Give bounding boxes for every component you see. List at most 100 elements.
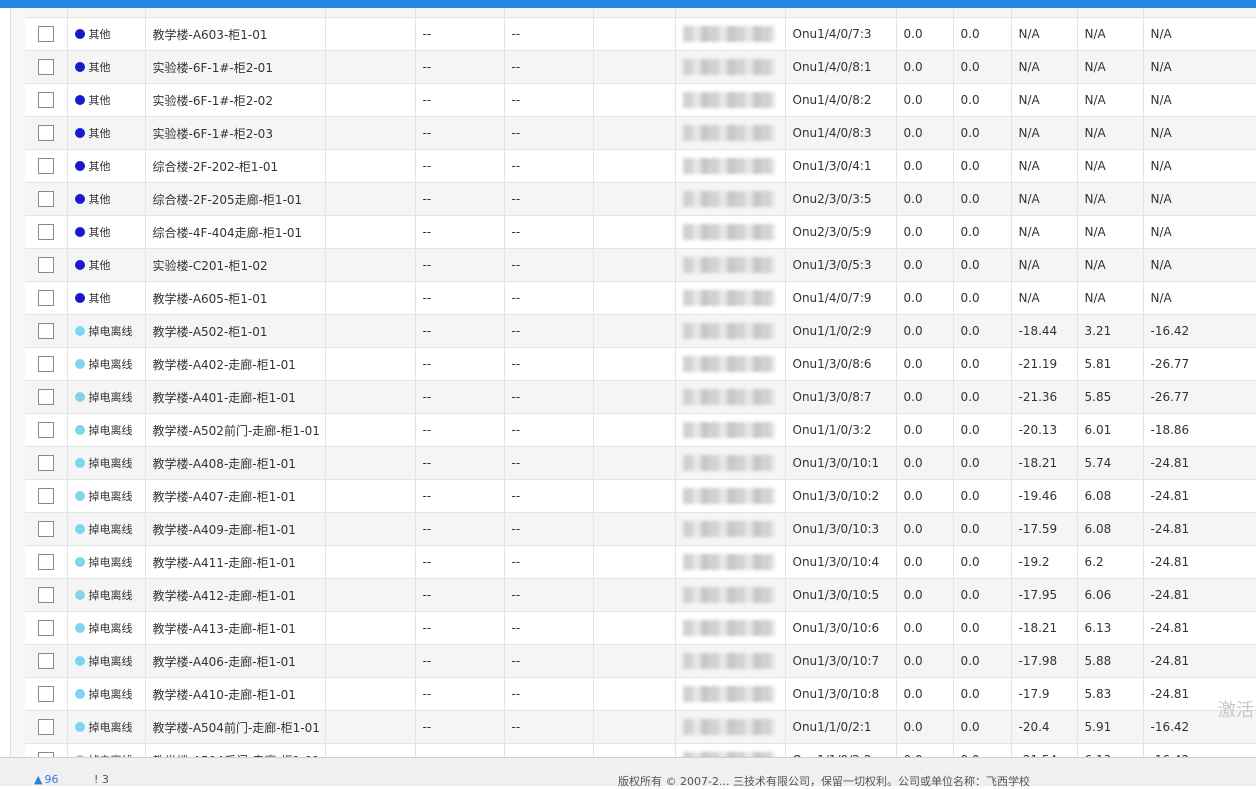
value-2: 0.0 bbox=[953, 743, 1012, 757]
onu-port: Onu1/1/0/3:2 bbox=[785, 413, 897, 447]
row-select-cell[interactable] bbox=[25, 149, 68, 183]
row-checkbox[interactable] bbox=[37, 587, 54, 603]
status-label: 掉电离线 bbox=[88, 523, 133, 536]
row-checkbox[interactable] bbox=[37, 158, 54, 174]
row-checkbox[interactable] bbox=[37, 125, 54, 141]
row-select-cell[interactable] bbox=[25, 479, 68, 513]
row-select-cell[interactable] bbox=[25, 182, 68, 216]
row-checkbox[interactable] bbox=[37, 488, 54, 504]
row-select-cell[interactable] bbox=[25, 545, 68, 579]
status-cell: 其他 bbox=[67, 248, 146, 282]
table-row[interactable]: 其他 实验楼-6F-1#-柜2-03 -- -- Onu1/4/0/8:3 0.… bbox=[25, 116, 1256, 150]
row-checkbox[interactable] bbox=[37, 455, 54, 471]
cell-col4 bbox=[325, 512, 416, 546]
row-select-cell[interactable] bbox=[25, 710, 68, 744]
status-cell: 掉电离线 bbox=[67, 512, 146, 546]
top-accent-bar bbox=[0, 0, 1256, 8]
tx-power: 5.91 bbox=[1077, 710, 1144, 744]
row-select-cell[interactable] bbox=[25, 677, 68, 711]
row-select-cell[interactable] bbox=[25, 248, 68, 282]
table-row[interactable]: 掉电离线 教学楼-A502前门-走廊-柜1-01 -- -- Onu1/1/0/… bbox=[25, 413, 1256, 447]
table-row[interactable]: 其他 实验楼-C201-柜1-02 -- -- Onu1/3/0/5:3 0.0… bbox=[25, 248, 1256, 282]
row-checkbox[interactable] bbox=[37, 26, 54, 42]
table-row[interactable]: 其他 实验楼-6F-1#-柜2-02 -- -- Onu1/4/0/8:2 0.… bbox=[25, 83, 1256, 117]
olt-rx-power: N/A bbox=[1143, 17, 1256, 51]
row-select-cell[interactable] bbox=[25, 644, 68, 678]
redacted-blur bbox=[682, 620, 775, 636]
row-select-cell[interactable] bbox=[25, 512, 68, 546]
row-checkbox[interactable] bbox=[37, 191, 54, 207]
table-row[interactable]: 掉电离线 教学楼-A413-走廊-柜1-01 -- -- Onu1/3/0/10… bbox=[25, 611, 1256, 645]
table-row[interactable]: 掉电离线 教学楼-A401-走廊-柜1-01 -- -- Onu1/3/0/8:… bbox=[25, 380, 1256, 414]
onu-port: Onu1/3/0/10:6 bbox=[785, 611, 897, 645]
row-checkbox[interactable] bbox=[37, 290, 54, 306]
row-select-cell[interactable] bbox=[25, 611, 68, 645]
redacted-cell bbox=[675, 314, 786, 348]
table-row[interactable]: 掉电离线 教学楼-A502-柜1-01 -- -- Onu1/1/0/2:9 0… bbox=[25, 314, 1256, 348]
row-select-cell[interactable] bbox=[25, 743, 68, 757]
row-select-cell[interactable] bbox=[25, 413, 68, 447]
table-row[interactable]: 掉电离线 教学楼-A410-走廊-柜1-01 -- -- Onu1/3/0/10… bbox=[25, 677, 1256, 711]
table-row[interactable]: 其他 实验楼-6F-1#-柜2-01 -- -- Onu1/4/0/8:1 0.… bbox=[25, 50, 1256, 84]
row-checkbox[interactable] bbox=[37, 620, 54, 636]
row-select-cell[interactable] bbox=[25, 578, 68, 612]
table-row[interactable]: 其他 综合楼-4F-404走廊-柜1-01 -- -- Onu2/3/0/5:9… bbox=[25, 215, 1256, 249]
row-select-cell[interactable] bbox=[25, 50, 68, 84]
row-checkbox[interactable] bbox=[37, 92, 54, 108]
rx-power: -20.13 bbox=[1011, 413, 1078, 447]
cell-col6: -- bbox=[504, 446, 594, 480]
left-panel-edge bbox=[0, 8, 11, 757]
row-select-cell[interactable] bbox=[25, 347, 68, 381]
row-checkbox[interactable] bbox=[37, 422, 54, 438]
table-row[interactable]: 掉电离线 教学楼-A412-走廊-柜1-01 -- -- Onu1/3/0/10… bbox=[25, 578, 1256, 612]
table-row[interactable]: 掉电离线 教学楼-A407-走廊-柜1-01 -- -- Onu1/3/0/10… bbox=[25, 479, 1256, 513]
row-checkbox[interactable] bbox=[37, 356, 54, 372]
row-checkbox[interactable] bbox=[37, 686, 54, 702]
status-label: 其他 bbox=[88, 259, 111, 272]
table-row[interactable]: 其他 教学楼-A603-柜1-01 -- -- Onu1/4/0/7:3 0.0… bbox=[25, 17, 1256, 51]
row-checkbox[interactable] bbox=[37, 521, 54, 537]
error-indicator[interactable]: ! 3 bbox=[94, 773, 109, 786]
row-select-cell[interactable] bbox=[25, 215, 68, 249]
status-dot-icon bbox=[74, 29, 85, 39]
row-select-cell[interactable] bbox=[25, 17, 68, 51]
redacted-blur bbox=[682, 389, 775, 405]
tx-power: 6.2 bbox=[1077, 545, 1144, 579]
row-checkbox[interactable] bbox=[37, 554, 54, 570]
warning-indicator[interactable]: ▲ 96 bbox=[34, 773, 58, 786]
table-row[interactable]: 其他 综合楼-2F-205走廊-柜1-01 -- -- Onu2/3/0/3:5… bbox=[25, 182, 1256, 216]
row-checkbox[interactable] bbox=[37, 257, 54, 273]
table-row[interactable]: 掉电离线 教学楼-A402-走廊-柜1-01 -- -- Onu1/3/0/8:… bbox=[25, 347, 1256, 381]
onu-port: Onu1/4/0/7:9 bbox=[785, 281, 897, 315]
table-row[interactable]: 掉电离线 教学楼-A409-走廊-柜1-01 -- -- Onu1/3/0/10… bbox=[25, 512, 1256, 546]
tx-power: 6.08 bbox=[1077, 512, 1144, 546]
table-row[interactable]: 掉电离线 教学楼-A408-走廊-柜1-01 -- -- Onu1/3/0/10… bbox=[25, 446, 1256, 480]
olt-rx-power: N/A bbox=[1143, 215, 1256, 249]
row-checkbox[interactable] bbox=[37, 719, 54, 735]
table-row[interactable]: 其他 综合楼-2F-202-柜1-01 -- -- Onu1/3/0/4:1 0… bbox=[25, 149, 1256, 183]
row-select-cell[interactable] bbox=[25, 116, 68, 150]
row-select-cell[interactable] bbox=[25, 83, 68, 117]
row-select-cell[interactable] bbox=[25, 314, 68, 348]
rx-power: N/A bbox=[1011, 215, 1078, 249]
table-row[interactable]: 掉电离线 教学楼-A411-走廊-柜1-01 -- -- Onu1/3/0/10… bbox=[25, 545, 1256, 579]
device-name: 实验楼-C201-柜1-02 bbox=[145, 248, 326, 282]
row-checkbox[interactable] bbox=[37, 224, 54, 240]
table-row[interactable]: 掉电离线 教学楼-A406-走廊-柜1-01 -- -- Onu1/3/0/10… bbox=[25, 644, 1256, 678]
row-checkbox[interactable] bbox=[37, 59, 54, 75]
cell-col5: -- bbox=[415, 380, 505, 414]
cell-col4 bbox=[325, 644, 416, 678]
cell-col7 bbox=[593, 281, 676, 315]
row-select-cell[interactable] bbox=[25, 281, 68, 315]
table-row[interactable]: 掉电离线 教学楼-A504后门-走廊-柜1-01 -- -- Onu1/1/0/… bbox=[25, 743, 1256, 757]
row-select-cell[interactable] bbox=[25, 446, 68, 480]
row-select-cell[interactable] bbox=[25, 380, 68, 414]
device-name: 教学楼-A412-走廊-柜1-01 bbox=[145, 578, 326, 612]
cell-col5: -- bbox=[415, 512, 505, 546]
row-checkbox[interactable] bbox=[37, 389, 54, 405]
value-2: 0.0 bbox=[953, 215, 1012, 249]
row-checkbox[interactable] bbox=[37, 653, 54, 669]
row-checkbox[interactable] bbox=[37, 323, 54, 339]
table-row[interactable]: 掉电离线 教学楼-A504前门-走廊-柜1-01 -- -- Onu1/1/0/… bbox=[25, 710, 1256, 744]
table-row[interactable]: 其他 教学楼-A605-柜1-01 -- -- Onu1/4/0/7:9 0.0… bbox=[25, 281, 1256, 315]
